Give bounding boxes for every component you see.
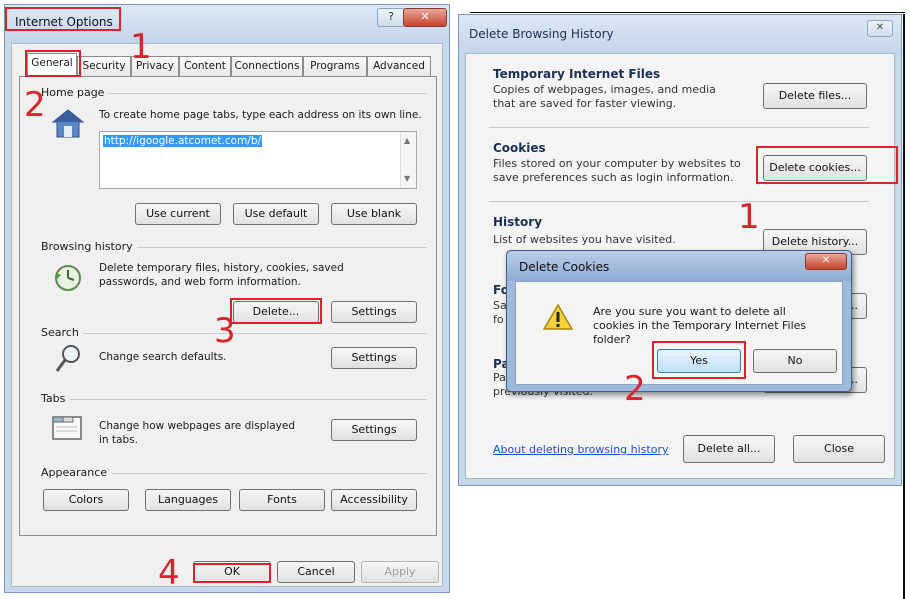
magnifier-icon bbox=[53, 343, 83, 375]
dbh-close-button[interactable]: ✕ bbox=[867, 20, 893, 37]
tab-security[interactable]: Security bbox=[77, 56, 131, 77]
browsing-history-desc: Delete temporary files, history, cookies… bbox=[99, 262, 344, 288]
colors-button[interactable]: Colors bbox=[43, 489, 129, 511]
search-settings-button[interactable]: Settings bbox=[331, 347, 417, 369]
dc-title: Delete Cookies bbox=[519, 260, 610, 274]
dc-close-icon: ✕ bbox=[821, 255, 831, 266]
languages-button[interactable]: Languages bbox=[145, 489, 231, 511]
annotation-box-general-tab bbox=[25, 50, 81, 77]
dbh-close-icon: ✕ bbox=[875, 22, 885, 33]
annotation-number-right-1: 1 bbox=[738, 197, 760, 237]
browsing-history-label: Browsing history bbox=[41, 240, 137, 253]
history-clock-icon bbox=[53, 263, 83, 293]
delete-files-button[interactable]: Delete files... bbox=[763, 83, 867, 109]
history-settings-button[interactable]: Settings bbox=[331, 301, 417, 323]
home-page-url[interactable]: http://igoogle.atcomet.com/b/ bbox=[103, 135, 263, 147]
annotation-box-title bbox=[5, 7, 121, 31]
use-default-button[interactable]: Use default bbox=[233, 203, 319, 225]
dbh-close-dialog-button[interactable]: Close bbox=[793, 435, 885, 463]
dc-close-button[interactable]: ✕ bbox=[805, 253, 847, 270]
fonts-button[interactable]: Fonts bbox=[239, 489, 325, 511]
tab-programs[interactable]: Programs bbox=[303, 56, 367, 77]
temp-files-title: Temporary Internet Files bbox=[493, 67, 661, 81]
url-scrollbar[interactable]: ▲ ▼ bbox=[400, 132, 416, 188]
internet-options-window: Internet Options ? ✕ General Security Pr… bbox=[4, 4, 450, 593]
cookies-desc: Files stored on your computer by website… bbox=[493, 157, 741, 184]
annotation-box-ok bbox=[193, 563, 271, 583]
scroll-up-icon[interactable]: ▲ bbox=[404, 136, 410, 145]
home-page-url-box[interactable]: http://igoogle.atcomet.com/b/ ▲ ▼ bbox=[99, 131, 417, 189]
house-icon bbox=[51, 107, 85, 141]
use-blank-button[interactable]: Use blank bbox=[331, 203, 417, 225]
annotation-number-2: 2 bbox=[24, 85, 46, 125]
annotation-box-yes bbox=[652, 341, 746, 379]
tab-connections[interactable]: Connections bbox=[231, 56, 303, 77]
appearance-label: Appearance bbox=[41, 466, 112, 479]
use-current-button[interactable]: Use current bbox=[135, 203, 221, 225]
cancel-button[interactable]: Cancel bbox=[277, 561, 355, 583]
annotation-box-delete bbox=[230, 298, 322, 324]
home-page-instruction: To create home page tabs, type each addr… bbox=[99, 109, 422, 121]
tab-advanced[interactable]: Advanced bbox=[367, 56, 431, 77]
history-desc: List of websites you have visited. bbox=[493, 233, 676, 246]
tabs-desc: Change how webpages are displayed in tab… bbox=[99, 420, 296, 446]
form-data-desc: Sa fo bbox=[493, 299, 507, 326]
tabs-window-icon bbox=[51, 413, 83, 443]
search-label: Search bbox=[41, 326, 83, 339]
dbh-title-bar[interactable]: Delete Browsing History ✕ bbox=[459, 15, 901, 53]
border-top-line bbox=[470, 12, 905, 13]
warning-icon bbox=[542, 303, 574, 331]
tabs-settings-button[interactable]: Settings bbox=[331, 419, 417, 441]
about-deleting-link[interactable]: About deleting browsing history bbox=[493, 443, 668, 456]
dc-title-bar[interactable]: Delete Cookies ✕ bbox=[507, 251, 851, 281]
annotation-number-1: 1 bbox=[130, 27, 152, 67]
temp-files-desc: Copies of webpages, images, and media th… bbox=[493, 83, 716, 110]
annotation-number-3: 3 bbox=[214, 311, 236, 351]
dc-no-button[interactable]: No bbox=[753, 349, 837, 373]
tab-content[interactable]: Content bbox=[179, 56, 231, 77]
search-desc: Change search defaults. bbox=[99, 351, 227, 363]
close-button[interactable]: ✕ bbox=[403, 8, 447, 27]
cookies-title: Cookies bbox=[493, 141, 546, 155]
apply-button: Apply bbox=[361, 561, 439, 583]
annotation-box-delete-cookies bbox=[756, 146, 898, 184]
scroll-down-icon[interactable]: ▼ bbox=[404, 174, 410, 183]
accessibility-button[interactable]: Accessibility bbox=[331, 489, 417, 511]
history-title: History bbox=[493, 215, 543, 229]
annotation-number-right-2: 2 bbox=[624, 369, 646, 409]
help-button[interactable]: ? bbox=[377, 8, 405, 27]
home-page-label: Home page bbox=[41, 86, 109, 99]
close-icon: ✕ bbox=[420, 10, 430, 23]
dbh-window-title: Delete Browsing History bbox=[469, 27, 614, 41]
delete-all-button[interactable]: Delete all... bbox=[683, 435, 775, 463]
border-right-line bbox=[903, 14, 905, 599]
tabs-label: Tabs bbox=[41, 392, 70, 405]
annotation-number-4: 4 bbox=[158, 553, 180, 593]
